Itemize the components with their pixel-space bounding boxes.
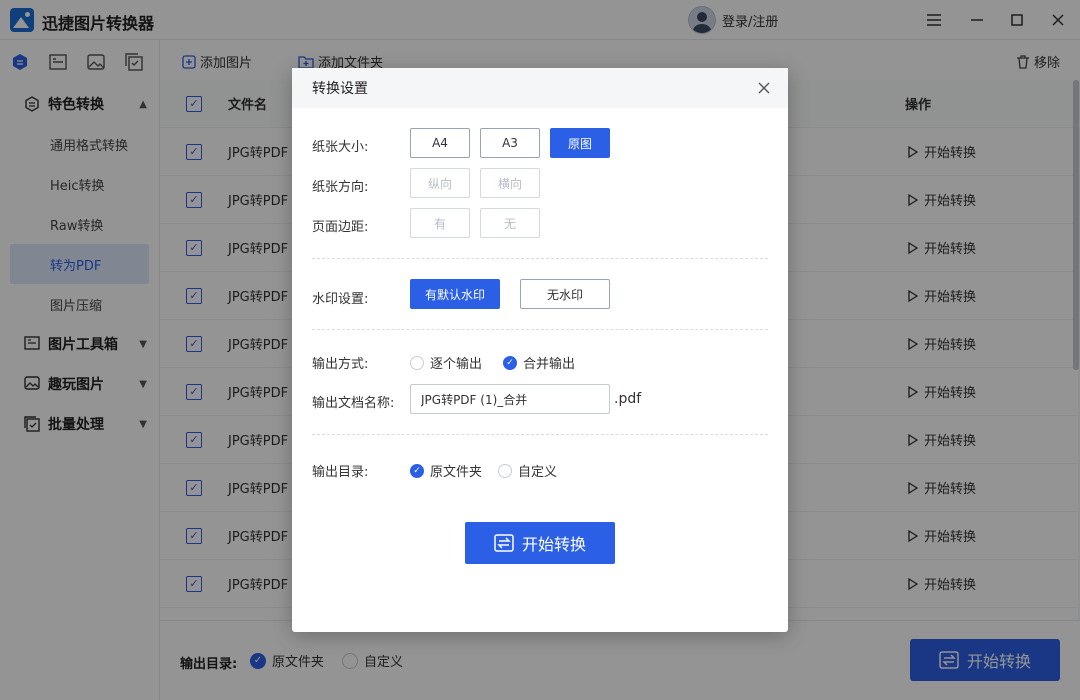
- section-divider: [312, 258, 768, 259]
- margin-no-button[interactable]: 无: [480, 208, 540, 238]
- output-mode-label: 输出方式:: [312, 357, 369, 372]
- paper-size-label: 纸张大小:: [312, 140, 369, 155]
- radio-label: 合并输出: [523, 357, 576, 372]
- radio-label: 原文件夹: [430, 465, 483, 480]
- orientation-label: 纸张方向:: [312, 180, 369, 195]
- margin-yes-button[interactable]: 有: [410, 208, 470, 238]
- start-label: 开始转换: [521, 535, 586, 554]
- portrait-button[interactable]: 纵向: [410, 168, 470, 198]
- close-icon[interactable]: [754, 78, 774, 98]
- conversion-settings-dialog: 转换设置 纸张大小: A4 A3 原图 纸张方向: 纵向 横向 页面边距: 有 …: [292, 68, 788, 632]
- radio-original-folder[interactable]: ✓ 原文件夹: [410, 461, 482, 480]
- radio-merge[interactable]: ✓ 合并输出: [503, 353, 575, 372]
- paper-original-button[interactable]: 原图: [550, 128, 610, 158]
- paper-a3-button[interactable]: A3: [480, 128, 540, 158]
- paper-a4-button[interactable]: A4: [410, 128, 470, 158]
- radio-checked-icon: ✓: [503, 355, 517, 370]
- dialog-title: 转换设置: [312, 81, 368, 97]
- watermark-label: 水印设置:: [312, 292, 369, 307]
- dialog-start-button[interactable]: 开始转换: [465, 522, 615, 564]
- watermark-none-button[interactable]: 无水印: [520, 279, 610, 309]
- section-divider: [312, 434, 768, 435]
- radio-individual[interactable]: 逐个输出: [410, 353, 482, 372]
- radio-unchecked-icon: [498, 463, 512, 478]
- doc-extension: .pdf: [614, 391, 642, 407]
- radio-label: 逐个输出: [430, 357, 483, 372]
- landscape-button[interactable]: 横向: [480, 168, 540, 198]
- output-dir-label: 输出目录:: [312, 465, 369, 480]
- section-divider: [312, 329, 768, 330]
- radio-label: 自定义: [518, 465, 558, 480]
- convert-icon: [494, 534, 514, 552]
- radio-custom-folder[interactable]: 自定义: [498, 461, 557, 480]
- radio-unchecked-icon: [410, 355, 424, 370]
- dialog-header: 转换设置: [292, 68, 788, 108]
- watermark-default-button[interactable]: 有默认水印: [410, 279, 500, 309]
- doc-name-label: 输出文档名称:: [312, 396, 395, 411]
- radio-checked-icon: ✓: [410, 463, 424, 478]
- margin-label: 页面边距:: [312, 220, 369, 235]
- doc-name-input[interactable]: [410, 384, 610, 414]
